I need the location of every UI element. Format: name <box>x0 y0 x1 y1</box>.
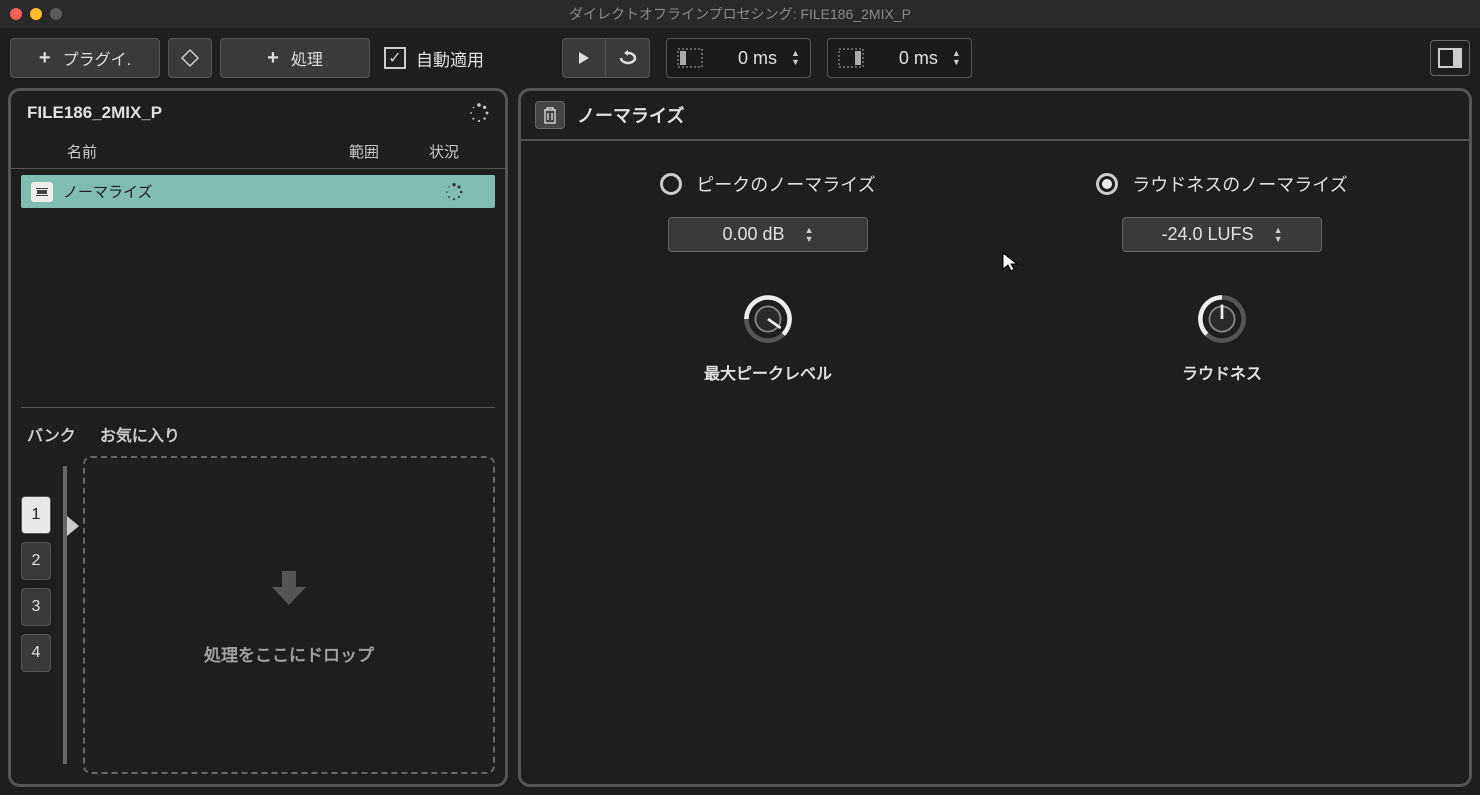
col-status: 状況 <box>429 141 489 162</box>
add-process-button[interactable]: + 処理 <box>220 38 370 78</box>
chevron-right-icon <box>67 516 79 536</box>
add-plugin-button[interactable]: + プラグイ. <box>10 38 160 78</box>
transport-controls <box>562 38 650 78</box>
play-icon <box>576 50 592 66</box>
left-panel-header: FILE186_2MIX_P <box>11 91 505 135</box>
loudness-value-field[interactable]: -24.0 LUFS ▲▼ <box>1122 217 1322 252</box>
process-status-icon <box>445 183 485 201</box>
process-list-columns: 名前 範囲 状況 <box>11 135 505 169</box>
loudness-knob[interactable] <box>1195 292 1249 346</box>
editor-title: ノーマライズ <box>577 102 684 128</box>
bank-slot-list: 1 2 3 4 <box>21 456 51 774</box>
loudness-value: -24.0 LUFS <box>1162 224 1254 245</box>
loudness-knob-label: ラウドネス <box>1182 360 1262 384</box>
process-type-icon <box>31 182 53 202</box>
post-roll-field[interactable]: 0 ms ▲▼ <box>827 38 972 78</box>
diamond-icon <box>180 48 200 68</box>
loudness-knob-group: ラウドネス <box>1182 292 1262 384</box>
minimize-window-button[interactable] <box>30 8 42 20</box>
bank-slot-1[interactable]: 1 <box>21 496 51 534</box>
bank-tabs: バンク お気に入り <box>11 408 505 456</box>
peak-knob-label: 最大ピークレベル <box>704 360 832 384</box>
play-button[interactable] <box>562 38 606 78</box>
loudness-normalize-group: ラウドネスのノーマライズ -24.0 LUFS ▲▼ ラウドネス <box>1015 171 1429 754</box>
peak-value-field[interactable]: 0.00 dB ▲▼ <box>668 217 868 252</box>
toolbar: + プラグイ. + 処理 ✓ 自動適用 0 ms <box>0 28 1480 88</box>
peak-normalize-group: ピークのノーマライズ 0.00 dB ▲▼ 最大ピークレベル <box>561 171 975 754</box>
post-roll-value: 0 ms <box>878 48 938 69</box>
plus-icon: + <box>267 47 279 70</box>
loop-button[interactable] <box>606 38 650 78</box>
titlebar: ダイレクトオフラインプロセシング: FILE186_2MIX_P <box>0 0 1480 28</box>
window-title: ダイレクトオフラインプロセシング: FILE186_2MIX_P <box>569 4 911 24</box>
auto-apply-checkbox[interactable]: ✓ 自動適用 <box>384 46 484 71</box>
col-name: 名前 <box>27 141 349 162</box>
peak-knob-group: 最大ピークレベル <box>704 292 832 384</box>
peak-radio-label: ピークのノーマライズ <box>696 171 875 197</box>
spinner-icon: ▲▼ <box>791 49 800 67</box>
dropzone-label: 処理をここにドロップ <box>204 641 374 666</box>
main-area: FILE186_2MIX_P 名前 範囲 状況 ノーマライズ <box>0 88 1480 795</box>
file-title: FILE186_2MIX_P <box>27 103 162 123</box>
pre-roll-value: 0 ms <box>717 48 777 69</box>
spinner-icon: ▲▼ <box>1274 226 1283 244</box>
delete-process-button[interactable] <box>535 101 565 129</box>
peak-value: 0.00 dB <box>723 224 785 245</box>
editor-body: ピークのノーマライズ 0.00 dB ▲▼ 最大ピークレベル <box>521 141 1469 784</box>
process-dropzone[interactable]: 処理をここにドロップ <box>83 456 495 774</box>
range-end-icon <box>838 48 864 68</box>
process-editor-panel: ノーマライズ ピークのノーマライズ 0.00 dB ▲▼ <box>518 88 1472 787</box>
spinner-icon: ▲▼ <box>805 226 814 244</box>
checkbox-icon: ✓ <box>384 47 406 69</box>
process-list-area <box>21 208 495 408</box>
panel-icon <box>1438 48 1462 68</box>
process-list-panel: FILE186_2MIX_P 名前 範囲 状況 ノーマライズ <box>8 88 508 787</box>
window-controls <box>10 8 62 20</box>
pre-roll-field[interactable]: 0 ms ▲▼ <box>666 38 811 78</box>
spinner-icon: ▲▼ <box>952 49 961 67</box>
trash-icon <box>542 106 558 124</box>
process-button-label: 処理 <box>291 46 323 70</box>
range-start-icon <box>677 48 703 68</box>
process-row[interactable]: ノーマライズ <box>21 175 495 208</box>
peak-level-knob[interactable] <box>741 292 795 346</box>
process-name: ノーマライズ <box>63 181 445 202</box>
col-range: 範囲 <box>349 141 429 162</box>
close-window-button[interactable] <box>10 8 22 20</box>
bank-track <box>63 466 67 764</box>
bank-slot-2[interactable]: 2 <box>21 542 51 580</box>
bank-slot-3[interactable]: 3 <box>21 588 51 626</box>
loop-icon <box>617 50 639 66</box>
loudness-radio-label: ラウドネスのノーマライズ <box>1132 171 1347 197</box>
plugin-dropdown-button[interactable] <box>168 38 212 78</box>
bank-area: 1 2 3 4 処理をここにドロップ <box>11 456 505 784</box>
radio-icon <box>1096 173 1118 195</box>
tab-favorites[interactable]: お気に入り <box>100 422 180 446</box>
busy-icon <box>469 103 489 123</box>
radio-icon <box>660 173 682 195</box>
bank-slot-4[interactable]: 4 <box>21 634 51 672</box>
loudness-radio[interactable]: ラウドネスのノーマライズ <box>1096 171 1347 197</box>
editor-header: ノーマライズ <box>521 91 1469 141</box>
auto-apply-label: 自動適用 <box>416 46 484 71</box>
peak-radio[interactable]: ピークのノーマライズ <box>660 171 875 197</box>
maximize-window-button[interactable] <box>50 8 62 20</box>
tab-bank[interactable]: バンク <box>27 422 76 446</box>
plus-icon: + <box>39 47 51 70</box>
down-arrow-icon <box>266 565 312 611</box>
panel-toggle-button[interactable] <box>1430 40 1470 76</box>
plugin-button-label: プラグイ. <box>63 46 131 70</box>
